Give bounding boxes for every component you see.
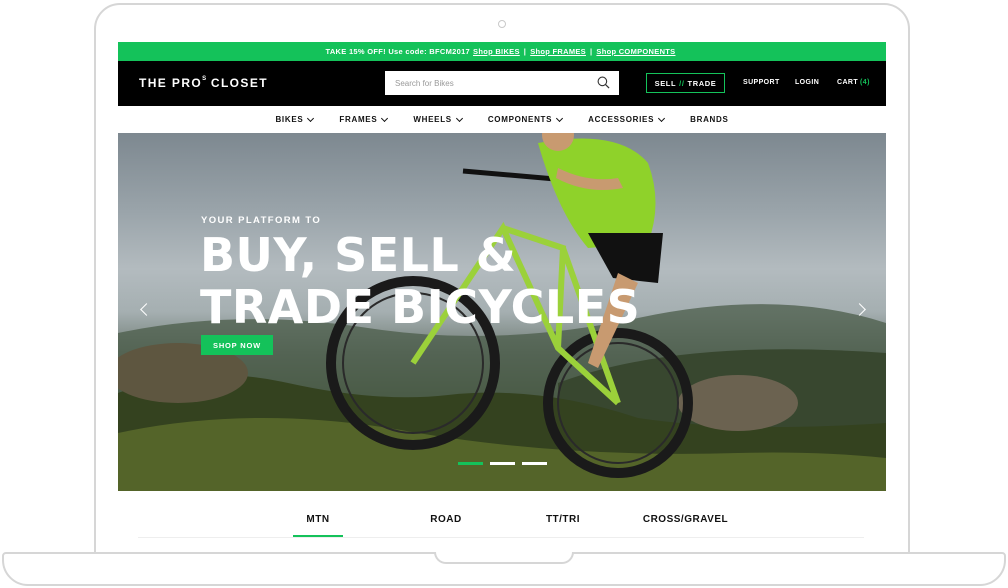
nav-item-bikes[interactable]: BIKES: [275, 114, 315, 124]
headline-line-2: TRADE BICYCLES: [200, 280, 641, 334]
chevron-down-icon: [307, 114, 315, 122]
logo-sup: S: [202, 76, 207, 82]
promo-text: TAKE 15% OFF! Use code: BFCM2017: [325, 47, 471, 56]
hero-eyebrow: YOUR PLATFORM TO: [201, 215, 322, 226]
promo-link-components[interactable]: Shop COMPONENTS: [596, 47, 675, 56]
sell-trade-button[interactable]: SELL//TRADE: [646, 73, 725, 93]
tab-cross-gravel[interactable]: CROSS/GRAVEL: [638, 514, 733, 525]
active-tab-indicator: [293, 535, 343, 537]
hero-banner: YOUR PLATFORM TO BUY, SELL & TRADE BICYC…: [118, 133, 886, 491]
search-icon[interactable]: [597, 76, 610, 89]
chevron-down-icon: [381, 114, 389, 122]
rock: [678, 375, 798, 431]
cart-link[interactable]: CART (4): [837, 79, 870, 86]
promo-link-bikes[interactable]: Shop BIKES: [473, 47, 520, 56]
camera-icon: [498, 20, 506, 28]
chevron-down-icon: [658, 114, 666, 122]
browser-screen: TAKE 15% OFF! Use code: BFCM2017 Shop BI…: [118, 42, 886, 552]
search-input[interactable]: [385, 72, 585, 94]
nav-item-brands[interactable]: BRANDS: [690, 115, 728, 124]
chevron-down-icon: [455, 114, 463, 122]
sell-label: SELL: [654, 78, 677, 88]
main-nav: BIKES FRAMES WHEELS COMPONENTS ACCESSORI…: [118, 106, 886, 133]
nav-label: WHEELS: [413, 115, 452, 124]
headline-line-1: BUY, SELL &: [200, 228, 517, 282]
logo-text-right: CLOSET: [210, 76, 268, 90]
login-link[interactable]: LOGIN: [795, 79, 819, 86]
search-box: [385, 71, 619, 95]
support-link[interactable]: SUPPORT: [743, 79, 780, 86]
slide-indicators: [458, 462, 547, 465]
nav-label: FRAMES: [339, 115, 378, 124]
tab-tt-tri[interactable]: TT/TRI: [538, 514, 588, 525]
sell-slashes: //: [679, 78, 685, 88]
nav-label: BIKES: [275, 115, 304, 124]
promo-bar: TAKE 15% OFF! Use code: BFCM2017 Shop BI…: [118, 42, 886, 61]
nav-item-components[interactable]: COMPONENTS: [487, 114, 564, 124]
chevron-down-icon: [556, 114, 564, 122]
promo-link-frames[interactable]: Shop FRAMES: [530, 47, 586, 56]
promo-separator: |: [589, 47, 593, 56]
category-tabs: MTN ROAD TT/TRI CROSS/GRAVEL: [138, 508, 864, 538]
tab-road[interactable]: ROAD: [421, 514, 471, 525]
nav-item-accessories[interactable]: ACCESSORIES: [588, 114, 666, 124]
logo-text-left: THE PRO: [139, 76, 203, 90]
nav-label: COMPONENTS: [487, 115, 553, 124]
slide-dot[interactable]: [522, 462, 547, 465]
slide-dot[interactable]: [490, 462, 515, 465]
hero-headline: BUY, SELL & TRADE BICYCLES: [200, 229, 640, 333]
slide-dot[interactable]: [458, 462, 483, 465]
nav-label: BRANDS: [690, 115, 729, 124]
shop-now-button[interactable]: SHOP NOW: [201, 335, 273, 355]
tab-mtn[interactable]: MTN: [293, 514, 343, 525]
cart-count-badge: (4): [860, 79, 870, 86]
nav-label: ACCESSORIES: [588, 115, 655, 124]
trade-label: TRADE: [687, 78, 717, 88]
promo-separator: |: [523, 47, 527, 56]
cart-label: CART: [837, 79, 859, 86]
nav-item-wheels[interactable]: WHEELS: [413, 114, 463, 124]
laptop-notch: [434, 552, 574, 564]
nav-item-frames[interactable]: FRAMES: [339, 114, 389, 124]
site-header: THE PROS CLOSET SELL//TRADE SUPPORT LOGI…: [118, 61, 886, 106]
site-logo[interactable]: THE PROS CLOSET: [139, 76, 268, 90]
